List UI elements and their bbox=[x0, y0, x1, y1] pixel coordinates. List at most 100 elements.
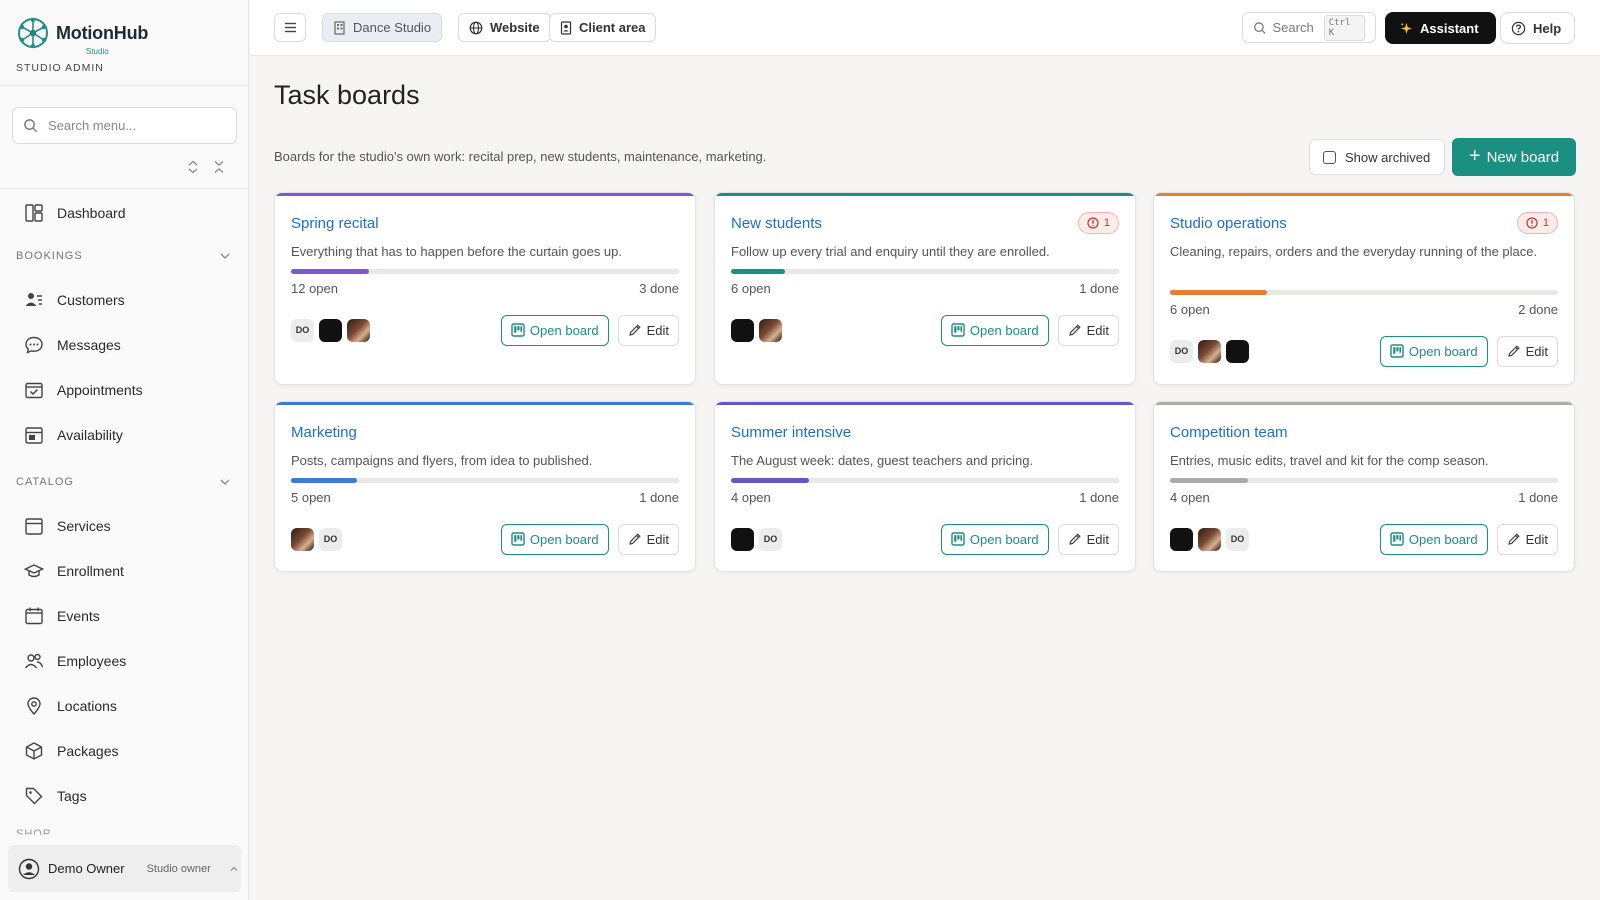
section-bookings-header[interactable]: BOOKINGS bbox=[0, 235, 249, 277]
sidebar-item-label: Appointments bbox=[57, 381, 143, 398]
overdue-badge[interactable]: 1 bbox=[1077, 212, 1119, 234]
board-card[interactable]: Spring recital Everything that has to hap… bbox=[274, 192, 696, 385]
open-board-button[interactable]: Open board bbox=[940, 523, 1049, 555]
sidebar-item-events[interactable]: Events bbox=[0, 593, 249, 638]
edit-board-button[interactable]: Edit bbox=[617, 314, 679, 346]
board-members: DO bbox=[1170, 339, 1249, 363]
menu-search-box[interactable] bbox=[12, 107, 237, 144]
board-actions: Open board Edit bbox=[1379, 335, 1558, 367]
section-catalog-header[interactable]: CATALOG bbox=[0, 461, 249, 503]
menu-toggle-button[interactable] bbox=[274, 13, 306, 42]
overdue-count: 1 bbox=[1103, 217, 1110, 229]
pencil-icon bbox=[628, 533, 641, 545]
plus-icon: + bbox=[1468, 144, 1481, 167]
sidebar-item-tags[interactable]: Tags bbox=[0, 773, 249, 818]
studio-switcher-button[interactable]: Dance Studio bbox=[322, 13, 443, 42]
menu-search-input[interactable] bbox=[48, 118, 218, 133]
alert-circle-icon bbox=[1526, 217, 1538, 229]
help-button[interactable]: Help bbox=[1500, 12, 1575, 44]
board-card[interactable]: Studio operations 1 Cleaning, repairs, ord… bbox=[1153, 192, 1575, 385]
sidebar-item-label: Enrollment bbox=[57, 562, 124, 579]
edit-board-button[interactable]: Edit bbox=[1057, 523, 1119, 555]
avatar bbox=[1198, 339, 1221, 363]
sidebar-item-appointments[interactable]: Appointments bbox=[0, 367, 249, 412]
open-board-button[interactable]: Open board bbox=[1379, 523, 1488, 555]
done-count: 1 done bbox=[1079, 281, 1119, 296]
sidebar-item-label: Locations bbox=[57, 697, 117, 714]
client-area-button[interactable]: Client area bbox=[549, 13, 657, 42]
done-count: 1 done bbox=[1518, 490, 1558, 505]
board-title[interactable]: Studio operations bbox=[1170, 215, 1287, 232]
building-icon bbox=[334, 20, 345, 35]
pencil-icon bbox=[1068, 533, 1081, 545]
show-archived-label: Show archived bbox=[1345, 149, 1431, 165]
global-search-button[interactable]: Search Ctrl K bbox=[1242, 12, 1376, 43]
open-board-button[interactable]: Open board bbox=[500, 314, 609, 346]
board-stats: 4 open 1 done bbox=[731, 490, 1119, 505]
search-icon bbox=[24, 119, 38, 133]
board-card[interactable]: Marketing Posts, campaigns and flyers, fr… bbox=[274, 401, 696, 572]
section-title: CATALOG bbox=[16, 476, 74, 488]
search-label: Search bbox=[1272, 20, 1314, 35]
sidebar-item-customers[interactable]: Customers bbox=[0, 277, 249, 322]
website-button[interactable]: Website bbox=[458, 13, 551, 42]
show-archived-checkbox[interactable] bbox=[1323, 150, 1336, 164]
edit-board-button[interactable]: Edit bbox=[1496, 335, 1558, 367]
board-actions: Open board Edit bbox=[940, 523, 1119, 555]
card-accent-bar bbox=[1154, 193, 1574, 196]
expand-all-icon[interactable] bbox=[186, 160, 200, 174]
overdue-badge[interactable]: 1 bbox=[1516, 212, 1558, 234]
kanban-board-icon bbox=[511, 323, 525, 337]
open-count: 6 open bbox=[731, 281, 771, 296]
show-archived-toggle[interactable]: Show archived bbox=[1309, 139, 1446, 175]
sidebar-item-label: Messages bbox=[57, 336, 121, 353]
board-description: Cleaning, repairs, orders and the everyd… bbox=[1170, 244, 1538, 259]
card-accent-bar bbox=[1154, 402, 1574, 405]
board-title[interactable]: Summer intensive bbox=[731, 424, 851, 441]
edit-board-button[interactable]: Edit bbox=[1496, 523, 1558, 555]
avatar-initials: DO bbox=[1170, 339, 1193, 363]
new-board-button[interactable]: + New board bbox=[1452, 138, 1576, 176]
contact-card-icon bbox=[560, 20, 572, 35]
collapse-all-icon[interactable] bbox=[212, 160, 226, 174]
help-circle-icon bbox=[1511, 21, 1526, 35]
sidebar-item-services[interactable]: Services bbox=[0, 503, 249, 548]
board-title[interactable]: Spring recital bbox=[291, 215, 379, 232]
board-description: Everything that has to happen before the… bbox=[291, 244, 623, 259]
sidebar-item-availability[interactable]: Availability bbox=[0, 412, 249, 457]
open-board-button[interactable]: Open board bbox=[1379, 335, 1488, 367]
sidebar-item-messages[interactable]: Messages bbox=[0, 322, 249, 367]
board-card[interactable]: Summer intensive The August week: dates, … bbox=[714, 401, 1136, 572]
sidebar-item-employees[interactable]: Employees bbox=[0, 638, 249, 683]
board-title[interactable]: Marketing bbox=[291, 424, 357, 441]
sidebar-item-label: Employees bbox=[57, 652, 127, 669]
assistant-button[interactable]: Assistant bbox=[1385, 12, 1496, 44]
top-bar: Dance Studio Website Client area Search … bbox=[250, 0, 1600, 56]
card-accent-bar bbox=[715, 193, 1135, 196]
help-label: Help bbox=[1533, 20, 1562, 36]
sidebar-item-enrollment[interactable]: Enrollment bbox=[0, 548, 249, 593]
edit-board-button[interactable]: Edit bbox=[617, 523, 679, 555]
board-footer: DO Open board Edit bbox=[291, 314, 679, 346]
sidebar-item-label: Packages bbox=[57, 742, 119, 759]
board-progress bbox=[291, 269, 679, 274]
sidebar-item-locations[interactable]: Locations bbox=[0, 683, 249, 728]
sidebar-item-dashboard[interactable]: Dashboard bbox=[0, 190, 249, 235]
edit-board-button[interactable]: Edit bbox=[1057, 314, 1119, 346]
user-menu[interactable]: Demo Owner Studio owner bbox=[8, 845, 241, 892]
brand-logo-row[interactable]: MotionHub bbox=[16, 16, 232, 50]
board-title[interactable]: Competition team bbox=[1170, 424, 1288, 441]
sidebar-item-packages[interactable]: Packages bbox=[0, 728, 249, 773]
open-board-button[interactable]: Open board bbox=[940, 314, 1049, 346]
open-board-label: Open board bbox=[529, 531, 599, 547]
board-card[interactable]: Competition team Entries, music edits, tr… bbox=[1153, 401, 1575, 572]
user-avatar-icon bbox=[18, 858, 40, 879]
board-card[interactable]: New students 1 Follow up every trial and e… bbox=[714, 192, 1136, 385]
board-footer: DO Open board Edit bbox=[1170, 523, 1558, 555]
section-shop-header[interactable]: SHOP bbox=[16, 828, 51, 835]
board-title[interactable]: New students bbox=[731, 215, 822, 232]
done-count: 1 done bbox=[639, 490, 679, 505]
avatar bbox=[1198, 527, 1221, 551]
open-board-button[interactable]: Open board bbox=[500, 523, 609, 555]
board-stats: 6 open 1 done bbox=[731, 281, 1119, 296]
